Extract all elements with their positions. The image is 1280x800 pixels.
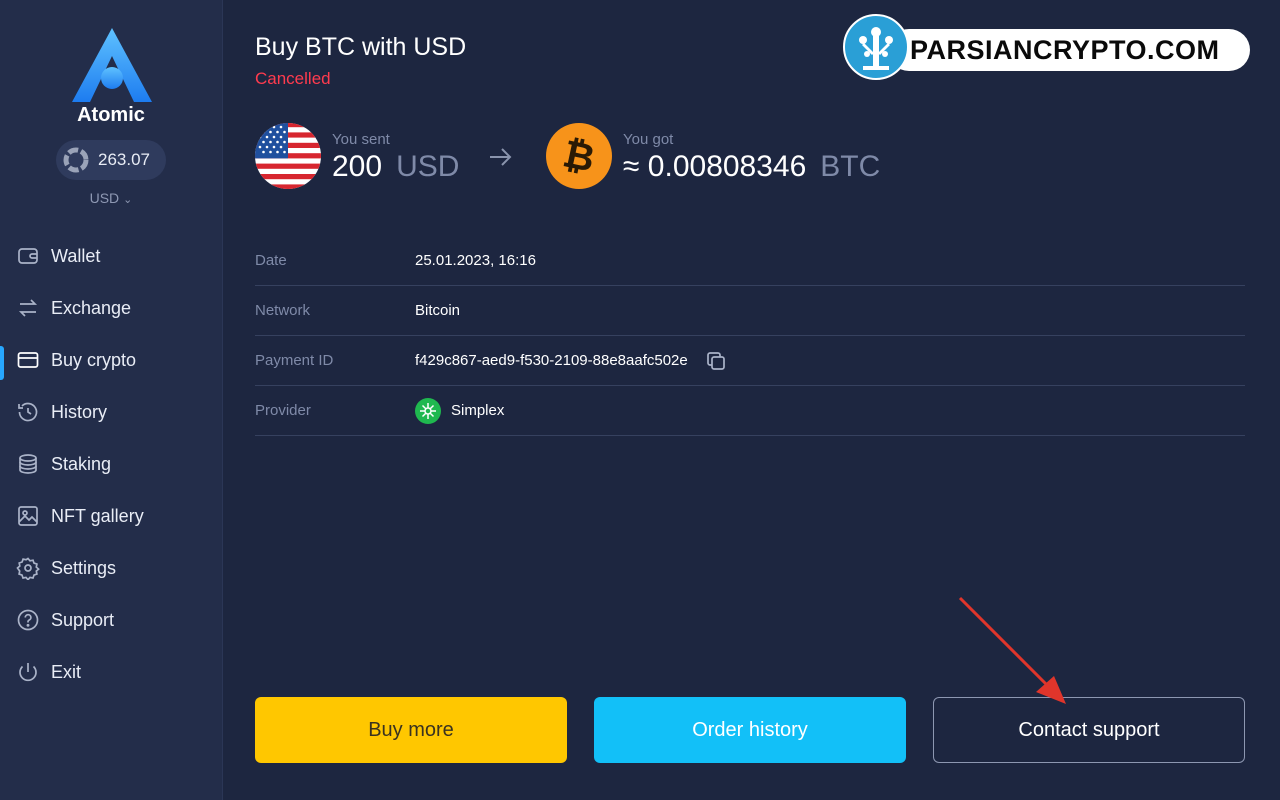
- simplex-logo-icon: [415, 397, 441, 424]
- sidebar-item-buy-crypto[interactable]: Buy crypto: [0, 334, 222, 386]
- detail-row-payment-id: Payment ID f429c867-aed9-f530-2109-88e8a…: [255, 336, 1245, 386]
- detail-key: Provider: [255, 402, 311, 419]
- detail-value-wrap: f429c867-aed9-f530-2109-88e8aafc502e: [415, 349, 728, 373]
- history-icon: [16, 400, 40, 424]
- got-label: You got: [623, 131, 674, 148]
- page-title: Buy BTC with USD: [255, 33, 467, 61]
- currency-label: USD: [89, 190, 120, 206]
- atomic-logo-icon: [72, 28, 152, 102]
- balance-amount: 263.07: [98, 150, 150, 169]
- main-panel: Buy BTC with USD Cancelled You sent 200 …: [222, 0, 1280, 800]
- sidebar-item-label: Support: [51, 609, 115, 630]
- sidebar-item-label: Exit: [51, 661, 82, 682]
- status-text: Cancelled: [255, 69, 331, 88]
- sidebar-item-exit[interactable]: Exit: [0, 646, 222, 698]
- usd-flag-icon: [255, 123, 321, 189]
- detail-row-network: Network Bitcoin: [255, 286, 1245, 336]
- sidebar-item-label: History: [51, 401, 108, 422]
- provider-value: Simplex: [451, 402, 505, 419]
- detail-key: Date: [255, 252, 287, 269]
- sidebar-item-label: Wallet: [51, 245, 101, 266]
- watermark: PARSIANCRYPTO.COM: [843, 14, 1253, 84]
- sidebar-item-label: Buy crypto: [51, 349, 137, 370]
- detail-key: Network: [255, 302, 311, 319]
- sidebar-item-label: Settings: [51, 557, 117, 578]
- staking-icon: [16, 452, 40, 476]
- sidebar-item-history[interactable]: History: [0, 386, 222, 438]
- detail-row-provider: Provider Simplex: [255, 386, 1245, 436]
- sidebar-nav: Wallet Exchange Buy crypto History Staki…: [0, 230, 222, 698]
- wallet-icon: [16, 244, 40, 268]
- arrow-right-icon: [490, 148, 512, 166]
- sent-amount-value: 200: [332, 150, 383, 183]
- sidebar-item-label: Staking: [51, 453, 112, 474]
- sidebar-item-exchange[interactable]: Exchange: [0, 282, 222, 334]
- sidebar-item-staking[interactable]: Staking: [0, 438, 222, 490]
- detail-value-wrap: Simplex: [415, 397, 505, 424]
- currency-select[interactable]: USD ⌄: [0, 190, 222, 206]
- portfolio-ring-icon: [63, 147, 89, 173]
- detail-value: Bitcoin: [415, 302, 461, 319]
- sidebar-item-label: Exchange: [51, 297, 132, 318]
- got-unit: BTC: [820, 150, 881, 183]
- transaction-details: Date 25.01.2023, 16:16 Network Bitcoin P…: [255, 236, 1245, 436]
- sent-unit: USD: [396, 150, 460, 183]
- red-arrow-annotation-icon: [958, 596, 1066, 704]
- detail-key: Payment ID: [255, 352, 334, 369]
- exchange-icon: [16, 296, 40, 320]
- bitcoin-icon: ₿: [546, 123, 612, 189]
- sidebar: Atomic 263.07 USD ⌄ Wallet Exchange Buy c…: [0, 0, 223, 800]
- detail-value: 25.01.2023, 16:16: [415, 252, 536, 269]
- gear-icon: [16, 556, 40, 580]
- power-icon: [16, 660, 40, 684]
- copy-icon[interactable]: [704, 349, 728, 373]
- card-icon: [16, 348, 40, 372]
- got-amount: ≈ 0.00808346 BTC: [623, 150, 880, 184]
- image-icon: [16, 504, 40, 528]
- got-amount-value: ≈ 0.00808346: [623, 150, 807, 183]
- sidebar-item-support[interactable]: Support: [0, 594, 222, 646]
- brand-name: Atomic: [77, 104, 145, 126]
- detail-row-date: Date 25.01.2023, 16:16: [255, 236, 1245, 286]
- sidebar-item-label: NFT gallery: [51, 505, 144, 526]
- balance-pill[interactable]: 263.07: [56, 140, 166, 180]
- sidebar-item-nft-gallery[interactable]: NFT gallery: [0, 490, 222, 542]
- question-icon: [16, 608, 40, 632]
- buy-more-button[interactable]: Buy more: [255, 697, 567, 763]
- chevron-down-icon: ⌄: [123, 194, 133, 206]
- sent-amount: 200 USD: [332, 150, 459, 184]
- order-history-button[interactable]: Order history: [594, 697, 906, 763]
- payment-id-value: f429c867-aed9-f530-2109-88e8aafc502e: [415, 352, 688, 369]
- sidebar-item-wallet[interactable]: Wallet: [0, 230, 222, 282]
- watermark-text: PARSIANCRYPTO.COM: [888, 29, 1250, 71]
- sidebar-item-settings[interactable]: Settings: [0, 542, 222, 594]
- watermark-logo-icon: [843, 14, 909, 80]
- sent-label: You sent: [332, 131, 390, 148]
